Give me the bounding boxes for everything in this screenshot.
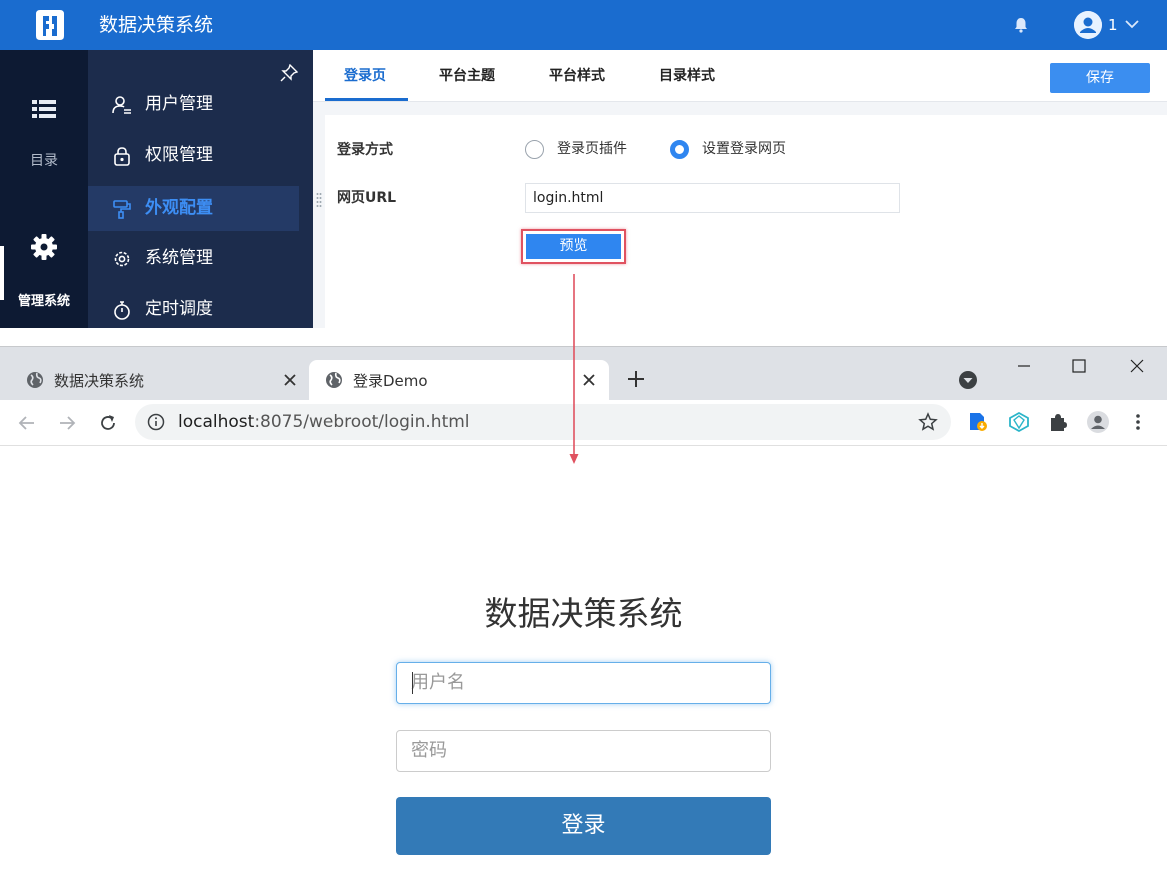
login-page: 数据决策系统 用户名 密码 登录 (0, 446, 1167, 879)
paint-roller-icon (113, 200, 131, 219)
browser-tab-decision-system[interactable]: 数据决策系统 (10, 360, 308, 401)
top-bar: 数据决策系统 1 (0, 0, 1167, 50)
stopwatch-icon (114, 301, 130, 320)
globe-icon (326, 372, 342, 388)
preview-highlight: 预览 (521, 229, 626, 264)
rail-item-directory[interactable]: 目录 (0, 150, 88, 170)
globe-icon (27, 372, 43, 388)
app-title: 数据决策系统 (99, 14, 214, 36)
user-name: 1 (1108, 16, 1118, 34)
back-icon[interactable] (16, 412, 38, 434)
minimize-icon[interactable] (1010, 355, 1038, 377)
tab-directory-style[interactable]: 目录样式 (659, 66, 715, 86)
drag-handle-icon[interactable] (316, 192, 322, 208)
preview-button[interactable]: 预览 (526, 234, 621, 259)
save-button[interactable]: 保存 (1050, 63, 1150, 93)
radio-label-custom-login-page[interactable]: 设置登录网页 (702, 139, 786, 159)
side-menu: 用户管理 权限管理 外观配置 系统管理 定时调度 (88, 50, 313, 328)
username-placeholder: 用户名 (411, 672, 465, 693)
menu-label: 外观配置 (145, 198, 213, 218)
menu-item-system-management[interactable]: 系统管理 (88, 236, 299, 281)
login-title: 数据决策系统 (484, 594, 683, 633)
forward-icon[interactable] (56, 412, 78, 434)
address-url: localhost:8075/webroot/login.html (178, 411, 470, 433)
tab-platform-theme[interactable]: 平台主题 (439, 66, 495, 86)
config-tabs: 登录页 平台主题 平台样式 目录样式 保存 (313, 50, 1167, 102)
username-input[interactable]: 用户名 (396, 662, 771, 704)
url-label: 网页URL (337, 190, 397, 206)
bell-icon[interactable] (1012, 16, 1030, 34)
main-content: 登录页 平台主题 平台样式 目录样式 保存 登录方式 登录页插件 设置登录网页 … (313, 50, 1167, 328)
crystal-extension-icon[interactable] (1008, 411, 1030, 433)
tab-login-page[interactable]: 登录页 (344, 66, 386, 86)
login-button[interactable]: 登录 (396, 797, 771, 855)
password-input[interactable]: 密码 (396, 730, 771, 772)
puzzle-icon[interactable] (1047, 411, 1069, 433)
active-tab-indicator (325, 98, 408, 101)
radio-label-login-plugin[interactable]: 登录页插件 (557, 139, 627, 159)
menu-label: 系统管理 (145, 248, 213, 268)
login-config-panel: 登录方式 登录页插件 设置登录网页 网页URL login.html 预览 (325, 115, 1167, 328)
url-path: :8075/webroot/login.html (254, 412, 470, 432)
info-icon[interactable] (147, 413, 165, 431)
gear-icon[interactable] (30, 233, 58, 261)
user-avatar[interactable] (1074, 11, 1102, 39)
url-host: localhost (178, 412, 255, 432)
maximize-icon[interactable] (1065, 355, 1093, 377)
password-placeholder: 密码 (411, 740, 447, 761)
app-logo (36, 10, 64, 40)
annotation-arrow (569, 274, 579, 464)
rail-item-management[interactable]: 管理系统 (0, 290, 88, 309)
menu-label: 权限管理 (145, 145, 213, 165)
plus-icon[interactable] (626, 369, 646, 389)
pin-icon[interactable] (280, 64, 298, 82)
menu-label: 用户管理 (145, 94, 213, 114)
tab-platform-style[interactable]: 平台样式 (549, 66, 605, 86)
lock-icon (114, 147, 130, 166)
menu-item-appearance-config[interactable]: 外观配置 (88, 186, 299, 231)
login-mode-label: 登录方式 (337, 142, 393, 158)
side-rail: 目录 管理系统 (0, 50, 88, 328)
reload-icon[interactable] (97, 412, 119, 434)
radio-login-plugin[interactable] (525, 140, 544, 159)
more-menu-icon[interactable] (1127, 411, 1149, 433)
menu-label: 定时调度 (145, 299, 213, 319)
chevron-down-icon[interactable] (1124, 16, 1140, 32)
menu-item-permission-management[interactable]: 权限管理 (88, 133, 299, 178)
list-icon[interactable] (31, 98, 57, 120)
menu-item-scheduled-tasks[interactable]: 定时调度 (88, 287, 299, 328)
settings-icon (114, 251, 130, 267)
browser-tab-title: 登录Demo (353, 372, 428, 390)
profile-icon[interactable] (1087, 411, 1109, 433)
window-close-icon[interactable] (1123, 355, 1151, 377)
menu-item-user-management[interactable]: 用户管理 (88, 82, 299, 127)
address-bar[interactable]: localhost:8075/webroot/login.html (135, 404, 951, 440)
user-manage-icon (112, 96, 131, 114)
close-icon[interactable] (281, 371, 299, 389)
tab-search-icon[interactable] (958, 370, 978, 390)
radio-custom-login-page[interactable] (670, 140, 689, 159)
star-icon[interactable] (918, 412, 938, 432)
login-url-input[interactable]: login.html (525, 183, 900, 213)
browser-tab-title: 数据决策系统 (54, 372, 145, 390)
text-cursor (412, 672, 413, 694)
document-download-extension-icon[interactable] (967, 411, 989, 433)
